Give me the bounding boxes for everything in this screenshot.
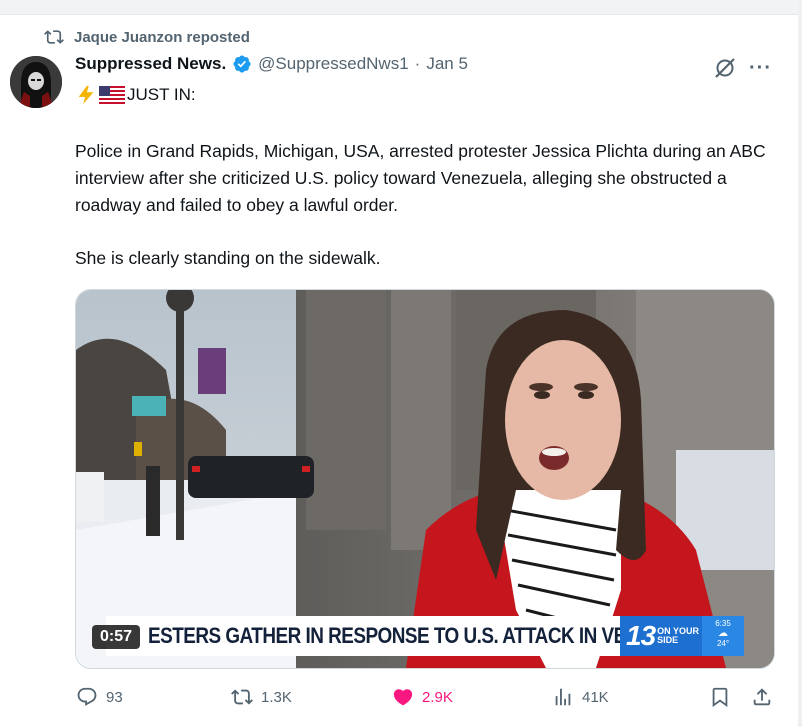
repost-icon: [231, 689, 253, 705]
author-handle[interactable]: @SuppressedNws1: [258, 54, 409, 74]
more-options-icon[interactable]: ···: [749, 57, 772, 80]
post-paragraph: Police in Grand Rapids, Michigan, USA, a…: [75, 141, 766, 215]
share-button[interactable]: [751, 686, 773, 708]
post-date[interactable]: Jan 5: [426, 54, 468, 74]
views-button[interactable]: 41K: [552, 686, 609, 708]
station-number: 13: [626, 620, 656, 651]
repost-indicator[interactable]: Jaque Juanzon reposted: [44, 26, 250, 48]
top-divider: [0, 0, 802, 15]
lightning-icon: [78, 85, 94, 105]
post-paragraph: She is clearly standing on the sidewalk.: [75, 248, 381, 268]
reply-count: 93: [106, 688, 123, 706]
reply-button[interactable]: 93: [76, 686, 123, 708]
separator-dot: ·: [414, 54, 421, 73]
share-icon: [753, 688, 771, 706]
grok-icon[interactable]: [713, 56, 737, 80]
views-count: 41K: [582, 688, 609, 706]
cloud-icon: ☁: [718, 628, 728, 639]
repost-icon: [44, 30, 64, 44]
like-count: 2.9K: [422, 688, 453, 706]
scrollbar-track: [798, 0, 802, 727]
video-player[interactable]: ESTERS GATHER IN RESPONSE TO U.S. ATTACK…: [75, 289, 775, 669]
reply-icon: [77, 687, 97, 706]
headline-text: JUST IN:: [127, 85, 196, 104]
post-header: Suppressed News. @SuppressedNws1 · Jan 5: [75, 54, 468, 74]
bookmark-button[interactable]: [709, 686, 731, 708]
video-timestamp: 0:57: [92, 625, 141, 649]
repost-label: Jaque Juanzon reposted: [74, 28, 250, 46]
station-logo: 13 ON YOUR SIDE 6:35 ☁ 24°: [620, 616, 744, 656]
us-flag-icon: [99, 86, 125, 104]
repost-count: 1.3K: [261, 688, 292, 706]
like-button[interactable]: 2.9K: [392, 686, 453, 708]
station-time: 6:35: [715, 619, 731, 628]
weather-badge: 6:35 ☁ 24°: [702, 616, 744, 656]
action-bar: 93 1.3K 2.9K 41K: [0, 682, 802, 718]
repost-button[interactable]: 1.3K: [231, 686, 292, 708]
bookmark-icon: [712, 687, 728, 708]
views-icon: [555, 688, 571, 706]
avatar-image: [10, 56, 62, 108]
post-headline: JUST IN:: [75, 84, 196, 106]
verified-badge-icon: [233, 55, 251, 73]
author-name[interactable]: Suppressed News.: [75, 54, 226, 74]
video-frame: [76, 290, 774, 668]
station-temp: 24°: [716, 639, 730, 648]
slogan-line: SIDE: [657, 635, 679, 645]
avatar[interactable]: [10, 56, 62, 108]
news-chyron: ESTERS GATHER IN RESPONSE TO U.S. ATTACK…: [106, 616, 712, 656]
heart-icon: [393, 689, 413, 706]
post-text: Police in Grand Rapids, Michigan, USA, a…: [75, 138, 775, 298]
station-slogan: ON YOUR SIDE: [657, 627, 699, 645]
